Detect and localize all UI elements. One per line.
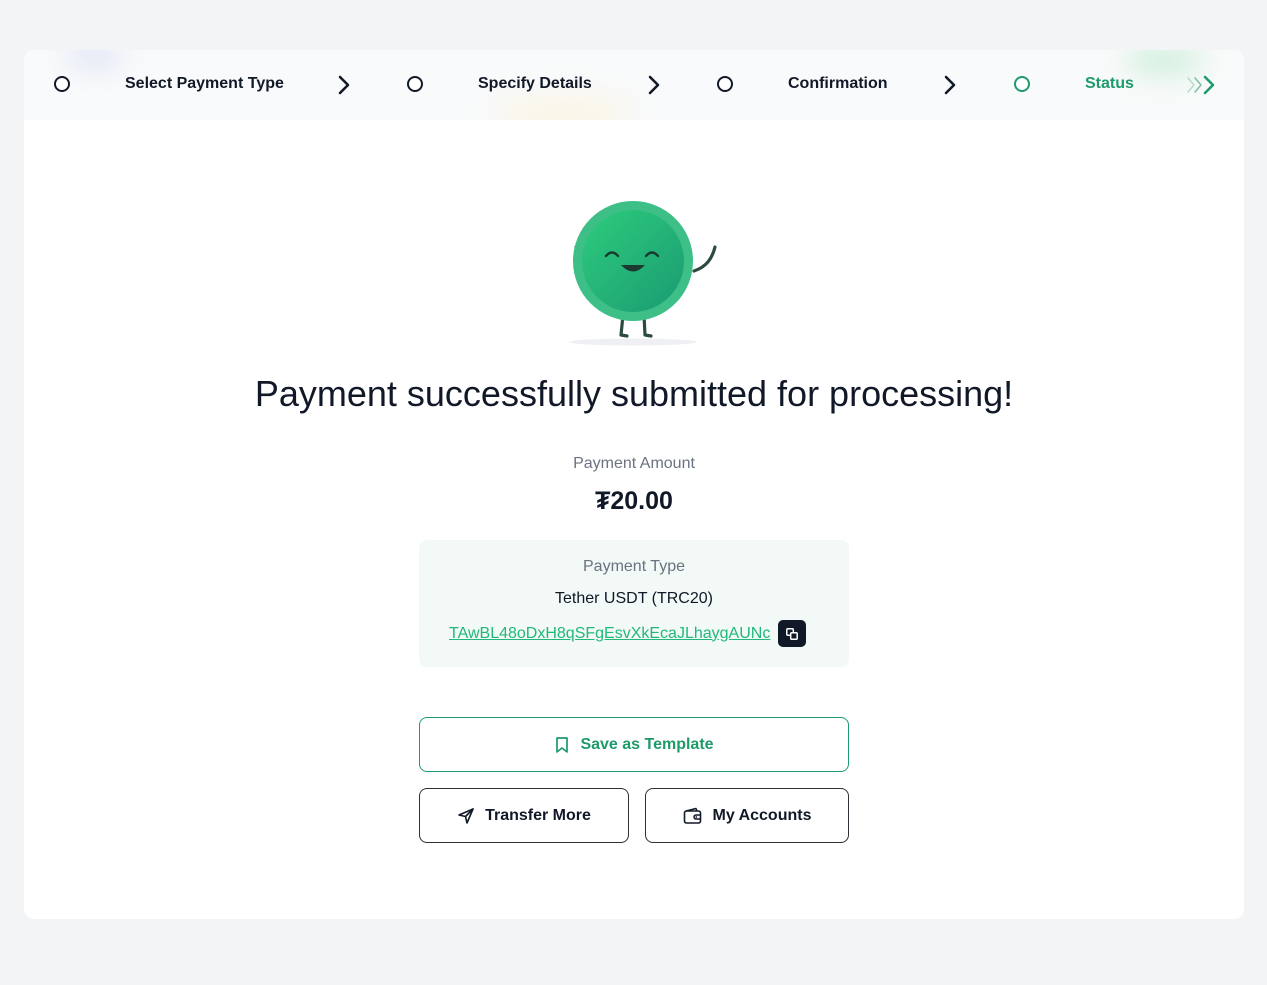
chevron-right-icon — [648, 75, 660, 95]
wallet-icon — [683, 807, 701, 824]
transfer-more-button[interactable]: Transfer More — [419, 788, 629, 843]
step-1-circle-icon — [54, 76, 70, 92]
transfer-more-label: Transfer More — [485, 806, 591, 824]
chevron-right-icon — [338, 75, 350, 95]
bookmark-icon — [556, 736, 569, 753]
status-title: Payment successfully submitted for proce… — [254, 373, 1014, 414]
step-4-circle-icon — [1014, 76, 1030, 92]
my-accounts-button[interactable]: My Accounts — [645, 788, 849, 843]
wallet-address-row: TAwBL48oDxH8qSFgEsvXkEcaJLhaygAUNc — [449, 620, 807, 647]
send-icon — [458, 807, 474, 824]
save-as-template-button[interactable]: Save as Template — [419, 717, 849, 772]
my-accounts-label: My Accounts — [712, 806, 812, 824]
payment-type-panel: Payment Type Tether USDT (TRC20) TAwBL48… — [419, 540, 849, 667]
wallet-address-link[interactable]: TAwBL48oDxH8qSFgEsvXkEcaJLhaygAUNc — [449, 625, 770, 643]
decorative-blob — [64, 50, 124, 70]
step-status[interactable]: Status — [1085, 75, 1134, 93]
double-chevron-right-icon — [1187, 75, 1215, 95]
payment-type-value: Tether USDT (TRC20) — [555, 590, 713, 607]
smiling-coin-mascot-illustration — [569, 201, 717, 346]
step-3-circle-icon — [717, 76, 733, 92]
copy-icon — [786, 627, 799, 640]
step-specify-details[interactable]: Specify Details — [478, 75, 592, 93]
step-confirmation[interactable]: Confirmation — [788, 75, 888, 93]
step-select-payment-type[interactable]: Select Payment Type — [125, 75, 284, 93]
payment-type-label: Payment Type — [583, 558, 685, 575]
copy-address-button[interactable] — [778, 620, 807, 647]
chevron-right-icon — [944, 75, 956, 95]
decorative-blob — [1124, 50, 1204, 76]
payment-amount-label: Payment Amount — [573, 455, 695, 472]
save-as-template-label: Save as Template — [580, 735, 714, 753]
payment-status-card: Select Payment Type Specify Details Conf… — [24, 50, 1244, 919]
payment-amount-value: ₮20.00 — [595, 487, 673, 515]
payment-stepper: Select Payment Type Specify Details Conf… — [24, 50, 1244, 120]
decorative-blob — [494, 98, 634, 120]
step-2-circle-icon — [407, 76, 423, 92]
